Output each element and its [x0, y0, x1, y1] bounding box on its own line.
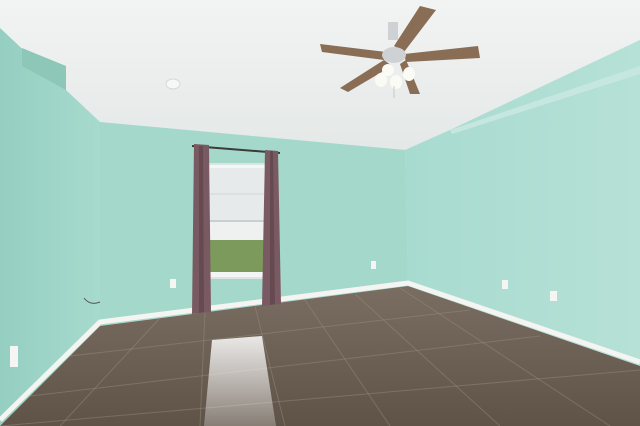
- wall-outlet: [170, 279, 176, 288]
- fan-light: [382, 64, 394, 76]
- fan-light: [403, 67, 415, 81]
- wall-outlet: [10, 346, 18, 367]
- window: [206, 163, 268, 279]
- fan-light: [390, 75, 402, 89]
- room-photo: [0, 0, 640, 426]
- wall-outlet: [371, 261, 376, 269]
- smoke-detector: [165, 78, 181, 90]
- wall-outlet: [550, 291, 557, 301]
- wall-outlet: [502, 280, 508, 289]
